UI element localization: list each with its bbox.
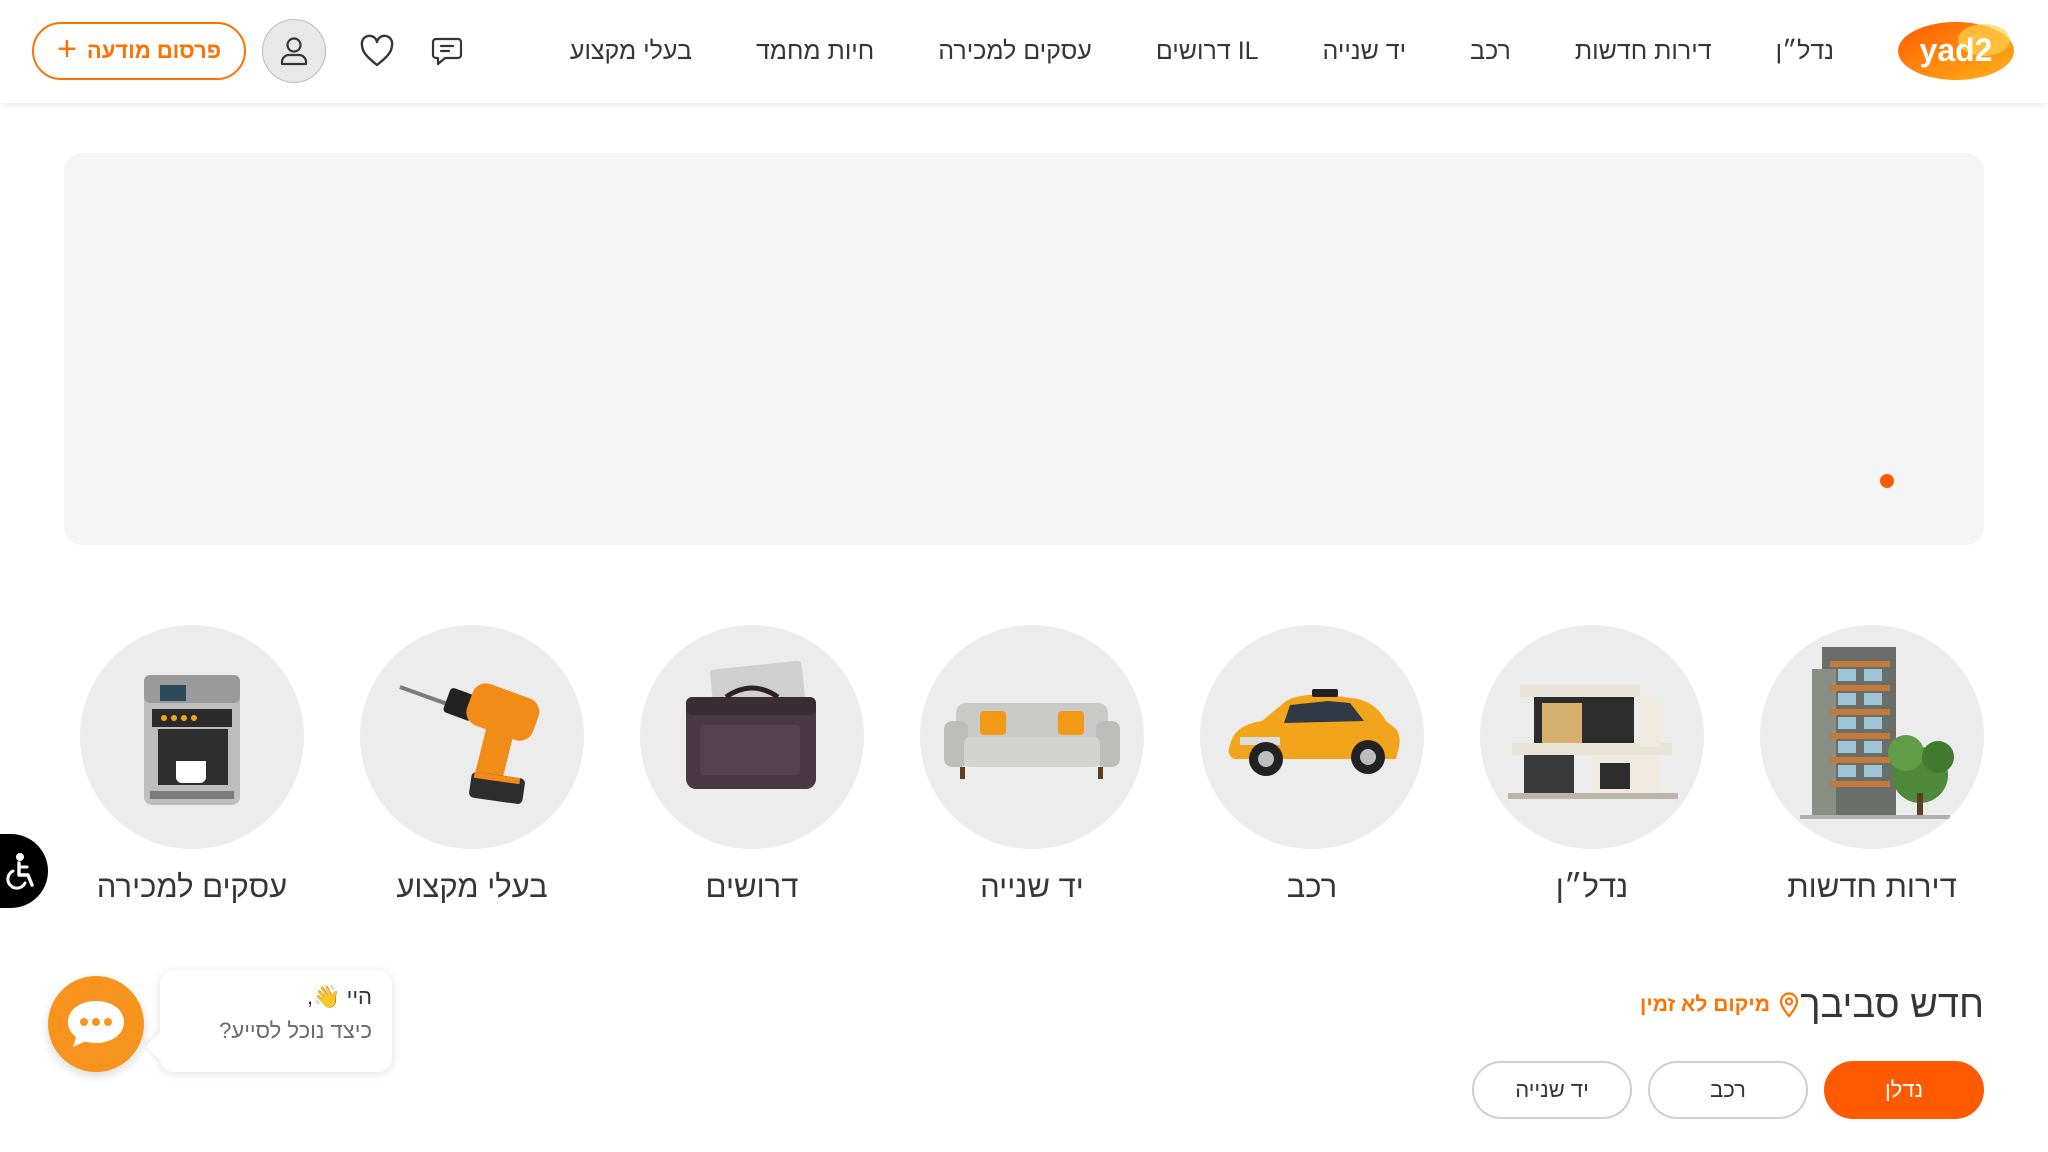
accessibility-icon (6, 853, 34, 890)
chat-greeting: היי 👋, (307, 984, 372, 1009)
chat-widget-button[interactable] (48, 976, 144, 1072)
category-label: דירות חדשות (1787, 869, 1957, 904)
location-link[interactable]: מיקום לא זמין (1640, 992, 1800, 1018)
page: yad2 נדל״ן דירות חדשות רכב יד שנייה דרוש… (0, 0, 2048, 1152)
favorites-button[interactable] (358, 32, 396, 70)
laptop-bag-icon (640, 625, 864, 849)
main-nav: נדל״ן דירות חדשות רכב יד שנייה דרושים IL… (538, 0, 1866, 103)
banner-pagination-dot[interactable] (1880, 474, 1894, 488)
drill-icon (360, 625, 584, 849)
nav-item-real-estate[interactable]: נדל״ן (1744, 37, 1866, 66)
category-label: בעלי מקצוע (396, 869, 548, 904)
publish-ad-button[interactable]: פרסום מודעה + (32, 22, 246, 80)
chat-greeting-bubble[interactable]: היי 👋, כיצד נוכל לסייע? (160, 970, 392, 1072)
category-professionals[interactable]: בעלי מקצוע (360, 625, 584, 905)
user-icon (280, 37, 308, 66)
nav-item-vehicles[interactable]: רכב (1438, 37, 1543, 66)
category-new-apartments[interactable]: דירות חדשות (1760, 625, 1984, 905)
chat-question: כיצד נוכל לסייע? (219, 1018, 372, 1043)
category-vehicles[interactable]: רכב (1200, 625, 1424, 905)
nav-item-businesses-for-sale[interactable]: עסקים למכירה (906, 37, 1124, 66)
house-icon (1480, 625, 1704, 849)
category-real-estate[interactable]: נדל״ן (1480, 625, 1704, 905)
nav-item-second-hand[interactable]: יד שנייה (1291, 37, 1439, 66)
filter-pill-second-hand[interactable]: יד שנייה (1472, 1061, 1632, 1119)
nav-item-new-apartments[interactable]: דירות חדשות (1543, 37, 1744, 66)
logo-text: yad2 (1920, 32, 1993, 68)
category-label: עסקים למכירה (96, 869, 288, 904)
category-label: נדל״ן (1555, 869, 1629, 904)
plus-icon: + (56, 30, 77, 68)
chat-bubble-icon (68, 1001, 124, 1047)
heart-icon (360, 34, 394, 67)
filter-pill-vehicles[interactable]: רכב (1648, 1061, 1808, 1119)
filter-pill-real-estate[interactable]: נדלן (1824, 1061, 1984, 1119)
category-label: רכב (1286, 869, 1338, 904)
nav-item-pets[interactable]: חיות מחמד (724, 37, 906, 66)
chat-icon (431, 37, 463, 66)
building-icon (1760, 625, 1984, 849)
top-header: yad2 נדל״ן דירות חדשות רכב יד שנייה דרוש… (0, 0, 2048, 103)
car-icon (1200, 625, 1424, 849)
promo-banner[interactable] (64, 153, 1984, 545)
location-pin-icon (1779, 992, 1799, 1018)
location-label: מיקום לא זמין (1640, 993, 1770, 1016)
section-title: חדש סביבך (1800, 984, 1984, 1026)
category-second-hand[interactable]: יד שנייה (920, 625, 1144, 905)
coffee-machine-icon (80, 625, 304, 849)
publish-ad-label: פרסום מודעה (86, 38, 222, 63)
messages-button[interactable] (428, 32, 466, 70)
nav-item-wanted-il[interactable]: דרושים IL (1124, 37, 1291, 66)
sofa-icon (920, 625, 1144, 849)
category-label: דרושים (705, 869, 799, 904)
category-label: יד שנייה (980, 869, 1084, 904)
user-account-button[interactable] (262, 19, 326, 83)
category-wanted[interactable]: דרושים (640, 625, 864, 905)
accessibility-button[interactable] (0, 834, 48, 908)
nav-item-professionals[interactable]: בעלי מקצוע (538, 37, 724, 66)
yad2-logo[interactable]: yad2 (1896, 20, 2016, 82)
category-businesses-for-sale[interactable]: עסקים למכירה (80, 625, 304, 905)
